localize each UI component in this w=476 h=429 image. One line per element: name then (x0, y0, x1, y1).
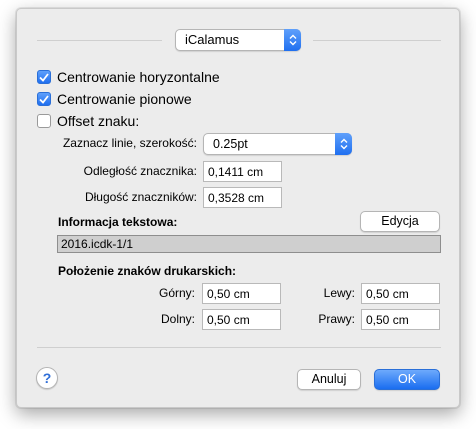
checkbox-center-horizontal[interactable]: Centrowanie horyzontalne (37, 68, 220, 86)
checkbox-empty[interactable] (37, 114, 51, 128)
text-info-heading: Informacja tekstowa: (58, 215, 178, 229)
bottom-margin-field[interactable] (202, 309, 281, 330)
right-margin-field[interactable] (361, 309, 440, 330)
dialog: iCalamus Centrowanie horyzontalne Centro… (16, 8, 460, 408)
left-margin-label: Lewy: (323, 286, 355, 300)
right-margin-label: Prawy: (318, 312, 355, 326)
bottom-separator (37, 347, 441, 348)
line-width-label: Zaznacz linie, szerokość: (62, 136, 197, 150)
left-margin-field[interactable] (361, 283, 440, 304)
bottom-margin-label: Dolny: (160, 312, 195, 326)
checkbox-offset[interactable]: Offset znaku: (37, 112, 139, 130)
ok-button[interactable]: OK (374, 369, 440, 390)
checkbox-label: Centrowanie pionowe (57, 91, 192, 107)
text-info-display: 2016.icdk-1/1 (57, 235, 441, 253)
checkbox-label: Offset znaku: (57, 113, 140, 129)
line-width-value: 0.25pt (213, 137, 248, 151)
top-margin-field[interactable] (202, 283, 281, 304)
source-popup[interactable]: iCalamus (175, 29, 301, 51)
top-separator-left (37, 40, 162, 41)
cancel-button[interactable]: Anuluj (297, 369, 361, 390)
popup-stepper-icon (284, 29, 301, 51)
top-margin-label: Górny: (158, 286, 195, 300)
marker-length-label: Długość znaczników: (84, 190, 197, 204)
checkmark-icon[interactable] (37, 70, 51, 84)
source-popup-value: iCalamus (185, 32, 240, 47)
marker-distance-label: Odległość znacznika: (83, 164, 197, 178)
marker-distance-field[interactable] (203, 161, 282, 182)
edit-button[interactable]: Edycja (360, 211, 440, 232)
checkmark-icon[interactable] (37, 92, 51, 106)
marker-length-field[interactable] (203, 187, 282, 208)
popup-stepper-icon (335, 133, 352, 155)
checkbox-center-vertical[interactable]: Centrowanie pionowe (37, 90, 192, 108)
help-button[interactable]: ? (36, 367, 58, 389)
line-width-popup[interactable]: 0.25pt (203, 133, 352, 155)
print-marks-heading: Położenie znaków drukarskich: (58, 264, 237, 278)
top-separator-right (313, 40, 441, 41)
checkbox-label: Centrowanie horyzontalne (57, 69, 220, 85)
